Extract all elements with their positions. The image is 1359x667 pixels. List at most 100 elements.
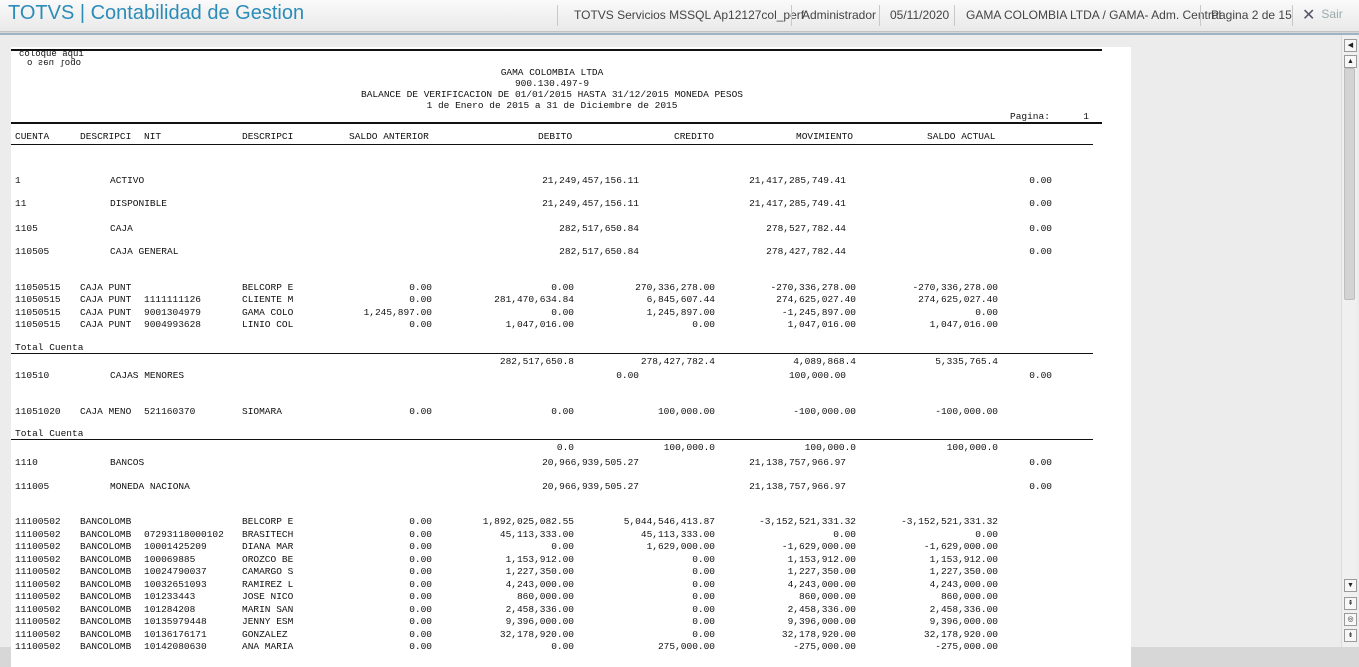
- page-up-icon[interactable]: ⇞: [1344, 597, 1357, 610]
- app-title: TOTVS | Contabilidad de Gestion: [8, 2, 305, 24]
- report-period: 1 de Enero de 2015 a 31 de Diciembre de …: [426, 100, 678, 111]
- debit-value: 0.00: [551, 406, 574, 417]
- detail-account: 11100502: [15, 591, 61, 602]
- account-name: CAJAS MENORES: [110, 370, 185, 381]
- detail-desc: BANCOLOMB: [80, 529, 132, 540]
- detail-name: RAMIREZ L: [242, 579, 294, 590]
- balance-value: 1,047,016.00: [929, 319, 998, 330]
- detail-account: 11100502: [15, 579, 61, 590]
- prior-balance: 0.00: [409, 294, 432, 305]
- zoom-icon[interactable]: ◎: [1344, 613, 1357, 626]
- balance-value: 2,458,336.00: [929, 604, 998, 615]
- report-nit: 900.130.497-9: [514, 78, 590, 89]
- exit-button[interactable]: ✕ Sair: [1302, 5, 1343, 25]
- balance-value: 0.00: [1029, 457, 1052, 468]
- report-page: coloque aqui o seu logo GAMA COLOMBIA LTDA…: [11, 47, 1131, 667]
- credit-value: 21,417,285,749.41: [749, 198, 846, 209]
- report-viewer: coloque aqui o seu logo GAMA COLOMBIA LTDA…: [0, 33, 1359, 667]
- movement-value: 2,458,336.00: [787, 604, 856, 615]
- column-header: SALDO ACTUAL: [927, 131, 996, 142]
- balance-value: 0.00: [1029, 198, 1052, 209]
- detail-nit: 10001425209: [144, 541, 207, 552]
- detail-name: JENNY ESM: [242, 616, 294, 627]
- prior-balance: 0.00: [409, 629, 432, 640]
- movement-value: -1,245,897.00: [781, 307, 856, 318]
- credit-value: 100,000.00: [657, 406, 715, 417]
- page-indicator: Pagina 2 de 15: [1211, 8, 1292, 22]
- column-header: NIT: [144, 131, 162, 142]
- report-company: GAMA COLOMBIA LTDA: [500, 67, 604, 78]
- detail-account: 11100502: [15, 566, 61, 577]
- detail-account: 11051020: [15, 406, 61, 417]
- detail-name: GONZALEZ: [242, 629, 288, 640]
- scroll-down-icon[interactable]: ▼: [1344, 579, 1357, 592]
- account-code: 1110: [15, 457, 38, 468]
- detail-name: CLIENTE M: [242, 294, 294, 305]
- scroll-thumb[interactable]: [1344, 68, 1355, 300]
- detail-name: BRASITECH: [242, 529, 294, 540]
- debit-value: 32,178,920.00: [499, 629, 574, 640]
- column-header: DESCRIPCI: [242, 131, 294, 142]
- debit-value: 20,966,939,505.27: [542, 481, 639, 492]
- page-top-rule: [11, 49, 1102, 51]
- date-label: 05/11/2020: [890, 8, 950, 22]
- debit-value: 45,113,333.00: [499, 529, 574, 540]
- balance-value: 0.00: [1029, 223, 1052, 234]
- detail-desc: BANCOLOMB: [80, 541, 132, 552]
- scroll-up-icon[interactable]: ▲: [1344, 55, 1357, 68]
- prior-balance: 0.00: [409, 554, 432, 565]
- debit-value: 0.00: [551, 307, 574, 318]
- movement-value: 860,000.00: [798, 591, 856, 602]
- detail-nit: 1111111126: [144, 294, 202, 305]
- detail-nit: 100069885: [144, 554, 196, 565]
- credit-value: 1,245,897.00: [646, 307, 715, 318]
- detail-nit: 101284208: [144, 604, 196, 615]
- columns-rule: [11, 144, 1093, 145]
- detail-desc: BANCOLOMB: [80, 516, 132, 527]
- detail-account: 11100502: [15, 554, 61, 565]
- movement-value: 274,625,027.40: [776, 294, 856, 305]
- detail-account: 11050515: [15, 307, 61, 318]
- detail-account: 11100502: [15, 604, 61, 615]
- page-down-icon[interactable]: ⇟: [1344, 629, 1357, 642]
- movement-value: -3,152,521,331.32: [759, 516, 856, 527]
- page-number: 1: [1083, 111, 1089, 122]
- balance-value: -1,629,000.00: [923, 541, 998, 552]
- detail-name: OROZCO BE: [242, 554, 294, 565]
- movement-value: -100,000.00: [793, 406, 856, 417]
- column-header: CREDITO: [674, 131, 714, 142]
- credit-value: 0.00: [692, 591, 715, 602]
- detail-account: 11050515: [15, 294, 61, 305]
- detail-name: ANA MARIA: [242, 641, 294, 652]
- credit-value: 1,629,000.00: [646, 541, 715, 552]
- collapse-icon[interactable]: ◀: [1344, 39, 1357, 52]
- credit-value: 0.00: [692, 554, 715, 565]
- movement-value: 0.00: [833, 529, 856, 540]
- prior-balance: 0.00: [409, 541, 432, 552]
- vertical-scrollbar[interactable]: ◀ ▲ ▼ ⇞ ◎ ⇟: [1341, 35, 1357, 647]
- credit-value: 0.00: [692, 566, 715, 577]
- balance-value: 32,178,920.00: [923, 629, 998, 640]
- balance-value: 9,396,000.00: [929, 616, 998, 627]
- total-label: Total Cuenta: [15, 342, 84, 353]
- total-movement: 100,000.0: [804, 442, 856, 453]
- detail-account: 11100502: [15, 541, 61, 552]
- detail-desc: BANCOLOMB: [80, 616, 132, 627]
- credit-value: 5,044,546,413.87: [623, 516, 715, 527]
- movement-value: 9,396,000.00: [787, 616, 856, 627]
- debit-value: 282,517,650.84: [559, 223, 639, 234]
- account-code: 1105: [15, 223, 38, 234]
- logo-placeholder: o seu logo: [27, 57, 82, 67]
- credit-value: 0.00: [692, 604, 715, 615]
- separator: [954, 5, 955, 26]
- account-code: 11: [15, 198, 27, 209]
- balance-value: 0.00: [1029, 481, 1052, 492]
- balance-value: 274,625,027.40: [918, 294, 998, 305]
- page-label: Pagina:: [1010, 111, 1050, 122]
- detail-desc: BANCOLOMB: [80, 554, 132, 565]
- detail-nit: 10136176171: [144, 629, 207, 640]
- detail-nit: 10142080630: [144, 641, 207, 652]
- debit-value: 282,517,650.84: [559, 246, 639, 257]
- debit-value: 9,396,000.00: [505, 616, 574, 627]
- detail-nit: 10032651093: [144, 579, 207, 590]
